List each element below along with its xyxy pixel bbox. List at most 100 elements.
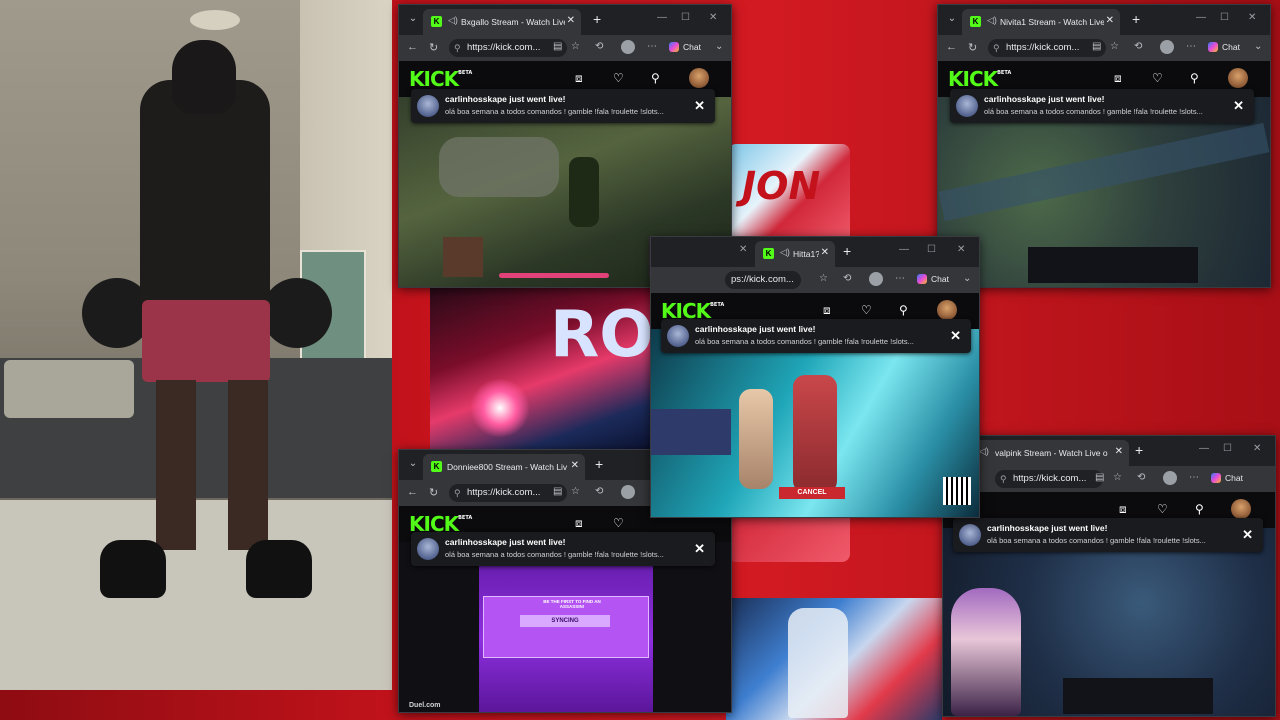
speaker-icon[interactable]: ◁) [987,15,997,26]
maximize-icon[interactable]: ☐ [927,244,936,255]
star-icon[interactable]: ☆ [819,273,828,284]
avatar[interactable] [621,40,635,54]
tab-bxgallo[interactable]: K ◁) Bxgallo Stream - Watch Live o ✕ [423,9,581,35]
heart-icon[interactable]: ♡ [613,71,624,85]
url-field[interactable]: ⚲ https://kick.com... [995,470,1103,488]
stream-video[interactable]: CANCEL [651,329,979,517]
close-icon[interactable]: ✕ [1248,12,1256,23]
puzzle-icon[interactable]: ⟲ [1134,41,1142,52]
heart-icon[interactable]: ♡ [861,303,872,317]
reload-icon[interactable]: ↻ [429,41,438,54]
puzzle-icon[interactable]: ⟲ [595,486,603,497]
close-icon[interactable]: ✕ [571,460,579,471]
kick-logo[interactable]: KICKBETA [409,67,472,91]
search-icon[interactable]: ⚲ [1195,502,1204,516]
live-notification[interactable]: carlinhosskape just went live! olá boa s… [411,89,715,123]
plus-icon[interactable]: + [595,456,603,472]
search-icon[interactable]: ⚲ [1190,71,1199,85]
chevron-down-icon[interactable]: ⌄ [407,13,419,25]
stream-video[interactable] [943,528,1275,716]
gift-icon[interactable]: ⧈ [575,516,583,531]
back-arrow-icon[interactable]: ← [407,41,418,53]
minimize-icon[interactable]: — [657,12,667,23]
close-icon[interactable]: ✕ [821,247,829,258]
user-avatar[interactable] [689,68,709,88]
more-icon[interactable]: ⋯ [895,273,905,284]
minimize-icon[interactable]: — [899,244,909,255]
reader-icon[interactable]: ▤ [1095,472,1104,483]
more-icon[interactable]: ⋯ [647,41,657,52]
chevron-down-icon[interactable]: ⌄ [1254,41,1262,52]
star-icon[interactable]: ☆ [571,41,580,52]
puzzle-icon[interactable]: ⟲ [843,273,851,284]
heart-icon[interactable]: ♡ [1152,71,1163,85]
plus-icon[interactable]: + [593,11,601,27]
close-icon[interactable]: ✕ [957,244,965,255]
live-notification[interactable]: carlinhosskape just went live! olá boa s… [661,319,971,353]
stream-video[interactable]: BE THE FIRST TO FIND AN ASSASSIN! SYNCIN… [399,542,731,712]
chat-button[interactable]: Chat [1211,473,1243,483]
puzzle-icon[interactable]: ⟲ [595,41,603,52]
plus-icon[interactable]: + [1132,11,1140,27]
url-field[interactable]: ⚲ https://kick.com... [449,484,567,502]
search-icon[interactable]: ⚲ [651,71,660,85]
chat-button[interactable]: Chat [917,274,949,284]
back-arrow-icon[interactable]: ← [946,41,957,53]
url-field[interactable]: ⚲ https://kick.com... [449,39,567,57]
star-icon[interactable]: ☆ [1113,472,1122,483]
tab-donniee800[interactable]: K Donniee800 Stream - Watch Live o ✕ [423,454,585,480]
user-avatar[interactable] [1231,499,1251,519]
more-icon[interactable]: ⋯ [1186,41,1196,52]
close-icon[interactable]: ✕ [1115,446,1123,457]
gift-icon[interactable]: ⧈ [575,71,583,86]
gift-icon[interactable]: ⧈ [823,303,831,318]
chevron-down-icon[interactable]: ⌄ [946,13,958,25]
maximize-icon[interactable]: ☐ [681,12,690,23]
url-field[interactable]: ps://kick.com... [725,271,801,289]
more-icon[interactable]: ⋯ [1189,472,1199,483]
chevron-down-icon[interactable]: ⌄ [407,458,419,470]
close-icon[interactable]: ✕ [950,328,961,344]
close-icon[interactable]: ✕ [1242,527,1253,543]
tab-nivita1[interactable]: K ◁) Nivita1 Stream - Watch Live o ✕ [962,9,1120,35]
chevron-down-icon[interactable]: ⌄ [715,41,723,52]
chat-button[interactable]: Chat [1208,42,1240,52]
back-arrow-icon[interactable]: ← [407,486,418,498]
avatar[interactable] [1163,471,1177,485]
heart-icon[interactable]: ♡ [1157,502,1168,516]
kick-logo[interactable]: KICKBETA [948,67,1011,91]
live-notification[interactable]: carlinhosskape just went live! olá boa s… [411,532,715,566]
url-field[interactable]: ⚲ https://kick.com... [988,39,1106,57]
speaker-icon[interactable]: ◁) [448,15,458,26]
user-avatar[interactable] [1228,68,1248,88]
puzzle-icon[interactable]: ⟲ [1137,472,1145,483]
tab-valpink[interactable]: ◁) valpink Stream - Watch Live o ✕ [971,440,1129,466]
reader-icon[interactable]: ▤ [1092,41,1101,52]
plus-icon[interactable]: + [843,243,851,259]
speaker-icon[interactable]: ◁) [979,446,989,457]
gift-icon[interactable]: ⧈ [1119,502,1127,517]
avatar[interactable] [621,485,635,499]
close-icon[interactable]: ✕ [1253,443,1261,454]
user-avatar[interactable] [937,300,957,320]
live-notification[interactable]: carlinhosskape just went live! olá boa s… [950,89,1254,123]
tab-hitta1[interactable]: K ◁) Hitta1? ✕ [755,241,835,267]
maximize-icon[interactable]: ☐ [1223,443,1232,454]
avatar[interactable] [1160,40,1174,54]
reader-icon[interactable]: ▤ [553,486,562,497]
close-icon[interactable]: ✕ [739,244,747,255]
close-icon[interactable]: ✕ [1106,15,1114,26]
plus-icon[interactable]: + [1135,442,1143,458]
search-icon[interactable]: ⚲ [899,303,908,317]
cancel-button[interactable]: CANCEL [779,487,845,499]
live-notification[interactable]: carlinhosskape just went live! olá boa s… [953,518,1263,552]
maximize-icon[interactable]: ☐ [1220,12,1229,23]
close-icon[interactable]: ✕ [694,541,705,557]
reload-icon[interactable]: ↻ [968,41,977,54]
minimize-icon[interactable]: — [1199,443,1209,454]
close-icon[interactable]: ✕ [567,15,575,26]
heart-icon[interactable]: ♡ [613,516,624,530]
reader-icon[interactable]: ▤ [553,41,562,52]
star-icon[interactable]: ☆ [571,486,580,497]
stream-video[interactable] [938,97,1270,287]
